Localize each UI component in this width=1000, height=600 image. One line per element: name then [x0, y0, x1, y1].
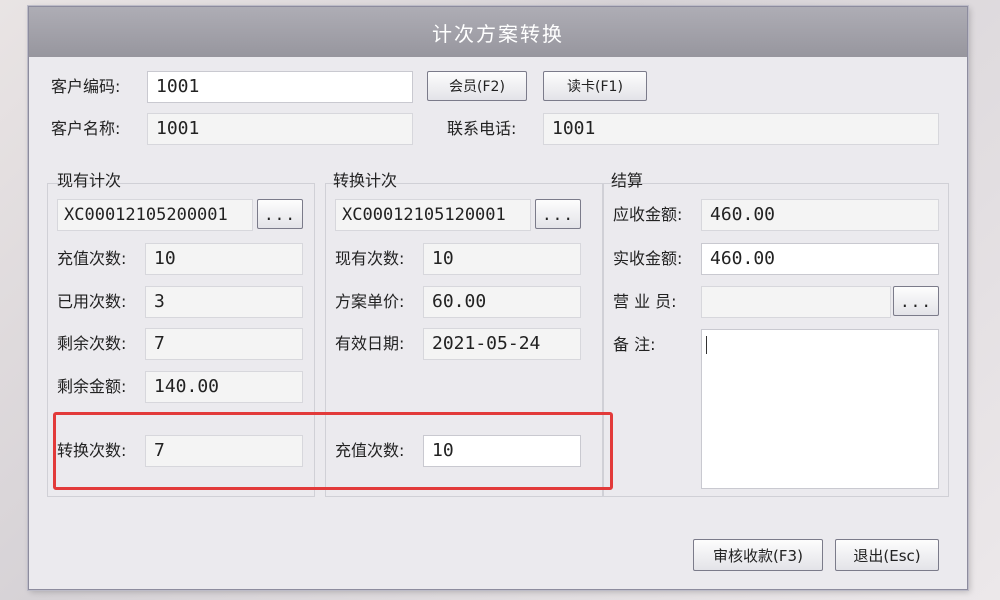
unit-price-field: 60.00	[423, 286, 581, 318]
current-recharge-field: 10	[145, 243, 303, 275]
exit-button[interactable]: 退出(Esc)	[835, 539, 939, 571]
remaining-amount-label: 剩余金额:	[57, 377, 127, 396]
receivable-field: 460.00	[701, 199, 939, 231]
salesperson-label: 营 业 员:	[613, 292, 677, 311]
phone-label: 联系电话:	[447, 119, 517, 138]
customer-code-input[interactable]: 1001	[147, 71, 413, 103]
remaining-amount-field: 140.00	[145, 371, 303, 403]
remaining-count-label: 剩余次数:	[57, 334, 127, 353]
salesperson-browse-button[interactable]: ...	[893, 286, 939, 316]
received-label: 实收金额:	[613, 249, 683, 268]
remark-label: 备 注:	[613, 335, 656, 354]
valid-date-label: 有效日期:	[335, 334, 405, 353]
member-button[interactable]: 会员(F2)	[427, 71, 527, 101]
existing-count-field: 10	[423, 243, 581, 275]
phone-field: 1001	[543, 113, 939, 145]
used-count-field: 3	[145, 286, 303, 318]
current-plan-code-field: XC00012105200001	[57, 199, 253, 231]
received-amount-input[interactable]: 460.00	[701, 243, 939, 275]
settlement-title: 结算	[611, 171, 644, 190]
customer-name-field: 1001	[147, 113, 413, 145]
receivable-label: 应收金额:	[613, 205, 683, 224]
audit-payment-button[interactable]: 审核收款(F3)	[693, 539, 823, 571]
dialog-title: 计次方案转换	[29, 7, 967, 57]
current-plan-browse-button[interactable]: ...	[257, 199, 303, 229]
customer-name-label: 客户名称:	[51, 119, 121, 138]
valid-date-field: 2021-05-24	[423, 328, 581, 360]
unit-price-label: 方案单价:	[335, 292, 405, 311]
remark-textarea[interactable]	[701, 329, 939, 489]
customer-code-label: 客户编码:	[51, 77, 121, 96]
plan-conversion-dialog: 计次方案转换 客户编码: 1001 会员(F2) 读卡(F1) 客户名称: 10…	[28, 6, 968, 590]
read-card-button[interactable]: 读卡(F1)	[543, 71, 647, 101]
current-plan-title: 现有计次	[57, 171, 122, 190]
target-plan-code-field: XC00012105120001	[335, 199, 531, 231]
salesperson-field[interactable]	[701, 286, 891, 318]
target-plan-title: 转换计次	[333, 171, 398, 190]
conversion-highlight-box	[53, 412, 613, 490]
used-count-label: 已用次数:	[57, 292, 127, 311]
existing-count-label: 现有次数:	[335, 249, 405, 268]
target-plan-browse-button[interactable]: ...	[535, 199, 581, 229]
current-recharge-label: 充值次数:	[57, 249, 127, 268]
remaining-count-field: 7	[145, 328, 303, 360]
text-caret	[706, 336, 707, 354]
